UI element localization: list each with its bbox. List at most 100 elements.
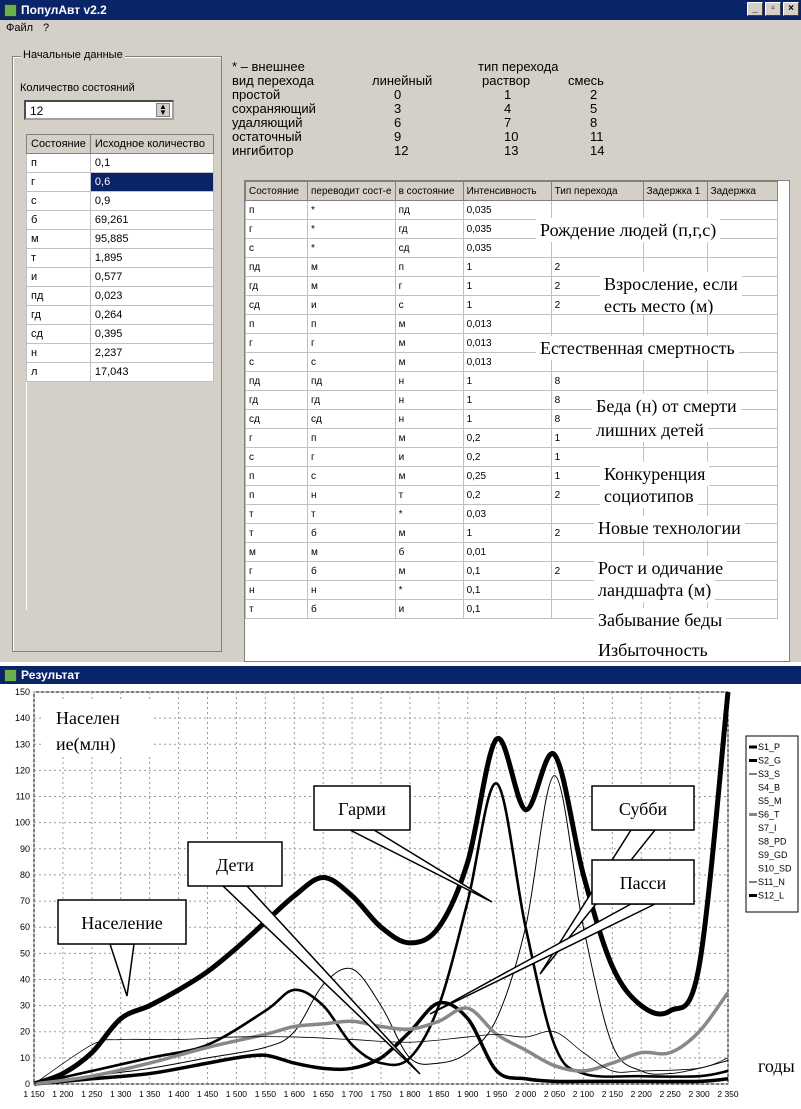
transition-cell[interactable]: г xyxy=(307,333,396,353)
transition-cell[interactable]: * xyxy=(394,580,464,600)
transition-cell[interactable]: м xyxy=(394,333,464,353)
state-cell[interactable]: г xyxy=(26,172,91,192)
transition-cell[interactable]: гд xyxy=(394,219,464,239)
transition-cell[interactable]: 0,1 xyxy=(462,580,552,600)
transition-cell[interactable]: сд xyxy=(307,409,396,429)
transition-cell[interactable]: б xyxy=(307,599,396,619)
transition-cell[interactable]: * xyxy=(307,200,396,220)
transition-cell[interactable]: м xyxy=(394,466,464,486)
transition-cell[interactable]: б xyxy=(307,561,396,581)
transition-cell[interactable]: т xyxy=(307,504,396,524)
transition-cell[interactable]: и xyxy=(394,599,464,619)
count-cell[interactable]: 69,261 xyxy=(89,210,215,230)
transition-cell[interactable] xyxy=(550,200,644,220)
transition-cell[interactable]: н xyxy=(307,485,396,505)
transition-cell[interactable]: 1 xyxy=(462,409,552,429)
transition-cell[interactable]: г xyxy=(245,428,308,448)
transition-cell[interactable]: м xyxy=(394,523,464,543)
transition-cell[interactable]: п xyxy=(307,314,396,334)
col-state[interactable]: Состояние xyxy=(26,134,91,154)
transition-cell[interactable]: н xyxy=(307,580,396,600)
count-cell[interactable]: 0,6 xyxy=(89,172,215,192)
table-row[interactable]: сд 0,395 xyxy=(26,324,215,344)
table-row[interactable]: б 69,261 xyxy=(26,210,215,230)
transition-cell[interactable]: с xyxy=(245,447,308,467)
transition-cell[interactable]: сд xyxy=(394,238,464,258)
transition-cell[interactable]: п xyxy=(245,200,308,220)
transition-cell[interactable]: 1 xyxy=(462,295,552,315)
count-cell[interactable]: 0,9 xyxy=(89,191,215,211)
transition-cell[interactable]: с xyxy=(307,352,396,372)
col-initial-count[interactable]: Исходное количество xyxy=(89,134,215,154)
transition-col-header[interactable]: Интенсивность xyxy=(462,181,552,201)
close-button[interactable]: × xyxy=(783,2,799,16)
transition-cell[interactable]: п xyxy=(307,428,396,448)
count-cell[interactable]: 17,043 xyxy=(89,362,215,382)
state-cell[interactable]: и xyxy=(26,267,91,287)
transition-cell[interactable]: 0,25 xyxy=(462,466,552,486)
transition-cell[interactable]: 0,2 xyxy=(462,485,552,505)
transition-cell[interactable] xyxy=(706,200,778,220)
transition-cell[interactable]: м xyxy=(394,428,464,448)
transition-cell[interactable]: б xyxy=(307,523,396,543)
transition-cell[interactable]: г xyxy=(245,333,308,353)
transition-cell[interactable] xyxy=(706,485,778,505)
spin-icon[interactable]: ▲ ▼ xyxy=(156,103,170,117)
transition-cell[interactable]: 1 xyxy=(462,523,552,543)
transition-cell[interactable]: б xyxy=(394,542,464,562)
transition-cell[interactable]: пд xyxy=(307,371,396,391)
transition-cell[interactable]: и xyxy=(307,295,396,315)
transition-cell[interactable]: 0,035 xyxy=(462,200,552,220)
transition-cell[interactable]: г xyxy=(394,276,464,296)
state-count-input[interactable]: 12 ▲ ▼ xyxy=(24,100,174,120)
transition-cell[interactable]: н xyxy=(394,371,464,391)
table-row[interactable]: м 95,885 xyxy=(26,229,215,249)
transition-cell[interactable]: * xyxy=(307,219,396,239)
transition-row[interactable]: п п м 0,013 xyxy=(245,314,778,334)
table-row[interactable]: пд 0,023 xyxy=(26,286,215,306)
transition-cell[interactable] xyxy=(706,428,778,448)
transition-cell[interactable]: 0,1 xyxy=(462,599,552,619)
state-cell[interactable]: м xyxy=(26,229,91,249)
state-cell[interactable]: т xyxy=(26,248,91,268)
transition-cell[interactable]: 1 xyxy=(462,371,552,391)
transition-cell[interactable]: * xyxy=(307,238,396,258)
transition-cell[interactable]: сд xyxy=(245,409,308,429)
transition-cell[interactable] xyxy=(706,447,778,467)
transition-cell[interactable]: м xyxy=(307,276,396,296)
transition-cell[interactable]: н xyxy=(394,409,464,429)
transition-cell[interactable]: п xyxy=(245,314,308,334)
table-row[interactable]: п 0,1 xyxy=(26,153,215,173)
transition-cell[interactable]: н xyxy=(394,390,464,410)
transition-cell[interactable]: и xyxy=(394,447,464,467)
transition-col-header[interactable]: в состояние xyxy=(394,181,464,201)
count-cell[interactable]: 0,023 xyxy=(89,286,215,306)
transition-col-header[interactable]: Состояние xyxy=(245,181,308,201)
transition-cell[interactable] xyxy=(642,200,708,220)
transition-cell[interactable]: г xyxy=(245,219,308,239)
table-row[interactable]: и 0,577 xyxy=(26,267,215,287)
transition-row[interactable]: пд пд н 1 8 xyxy=(245,371,778,391)
state-cell[interactable]: н xyxy=(26,343,91,363)
transition-cell[interactable]: с xyxy=(307,466,396,486)
table-row[interactable]: с 0,9 xyxy=(26,191,215,211)
transition-cell[interactable]: 1 xyxy=(462,257,552,277)
restore-button[interactable]: ▫ xyxy=(765,2,781,16)
transition-cell[interactable]: м xyxy=(245,542,308,562)
transition-cell[interactable]: 0,01 xyxy=(462,542,552,562)
count-cell[interactable]: 0,577 xyxy=(89,267,215,287)
menu-file[interactable]: Файл xyxy=(6,22,33,34)
menu-help[interactable]: ? xyxy=(43,22,49,34)
transition-cell[interactable]: 1 xyxy=(462,276,552,296)
count-cell[interactable]: 0,1 xyxy=(89,153,215,173)
transition-cell[interactable]: гд xyxy=(245,276,308,296)
state-cell[interactable]: сд xyxy=(26,324,91,344)
transition-cell[interactable]: м xyxy=(307,257,396,277)
transition-cell[interactable]: 8 xyxy=(550,371,644,391)
transition-cell[interactable]: м xyxy=(394,314,464,334)
state-cell[interactable]: б xyxy=(26,210,91,230)
transition-cell[interactable]: т xyxy=(394,485,464,505)
transition-cell[interactable]: пд xyxy=(245,257,308,277)
transition-cell[interactable]: м xyxy=(307,542,396,562)
count-cell[interactable]: 0,264 xyxy=(89,305,215,325)
